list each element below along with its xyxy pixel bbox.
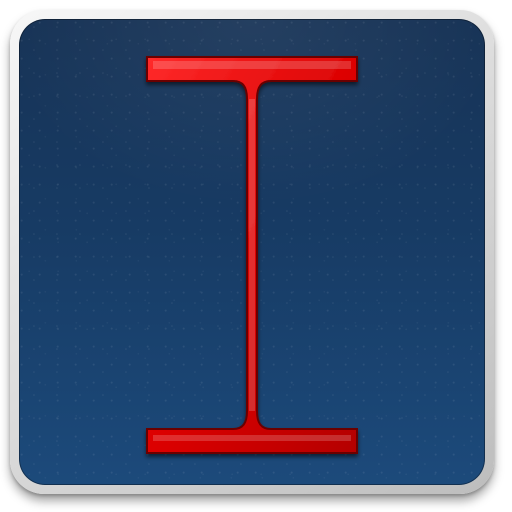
i-beam-highlight [153, 61, 351, 441]
app-icon[interactable] [10, 10, 494, 494]
i-beam-icon [139, 47, 365, 463]
i-beam-svg [146, 56, 358, 454]
icon-tile [19, 19, 485, 485]
